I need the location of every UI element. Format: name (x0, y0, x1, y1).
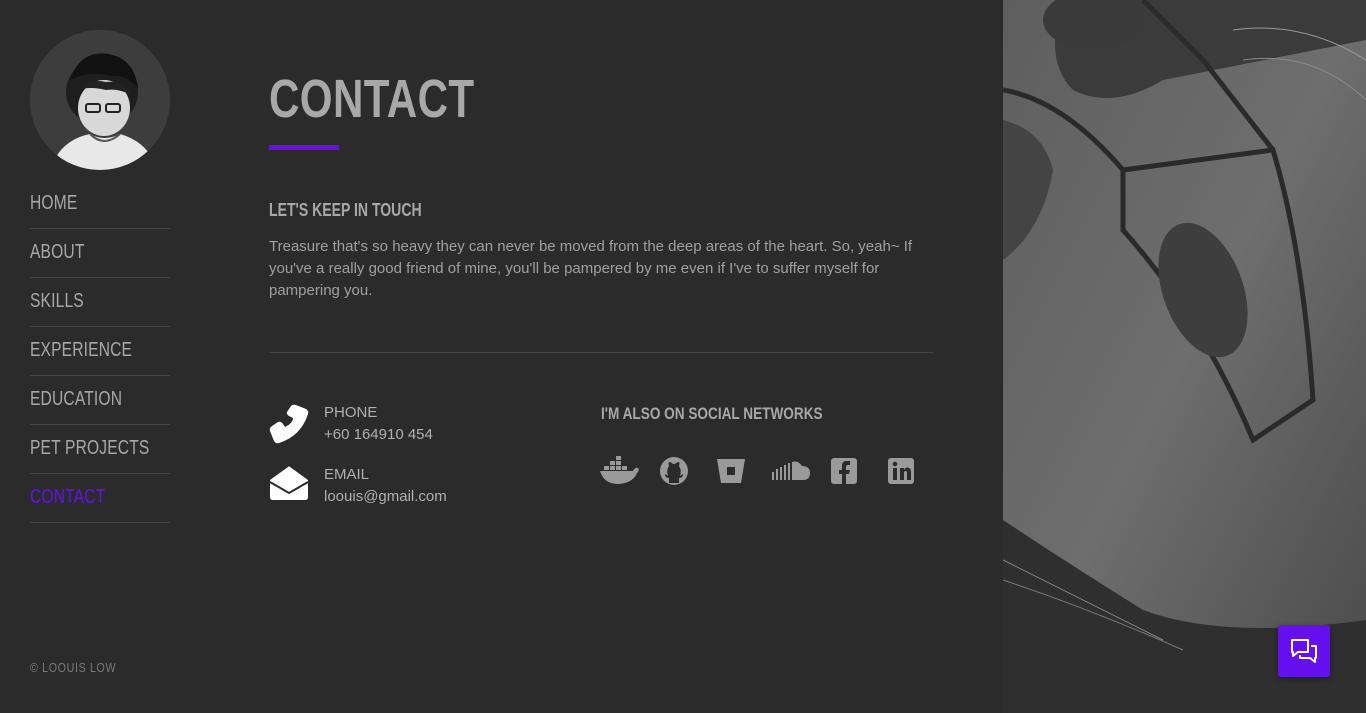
divider (269, 352, 933, 353)
nav-label[interactable]: EDUCATION (30, 388, 122, 411)
nav-item-about[interactable]: ABOUT (30, 229, 170, 278)
nav-item-education[interactable]: EDUCATION (30, 376, 170, 425)
docker-icon[interactable] (599, 454, 641, 488)
intro-text: Treasure that's so heavy they can never … (269, 238, 913, 299)
phone-icon (269, 404, 309, 444)
nav-label[interactable]: CONTACT (30, 486, 105, 509)
bitbucket-icon[interactable] (711, 454, 751, 488)
portrait-photo (1003, 0, 1366, 713)
copyright: © LOOUIS LOW (30, 660, 117, 675)
nav-label[interactable]: EXPERIENCE (30, 339, 132, 362)
phone-contact: PHONE +60 164910 454 (269, 404, 569, 454)
nav-item-home[interactable]: HOME (30, 180, 170, 229)
nav-item-experience[interactable]: EXPERIENCE (30, 327, 170, 376)
nav-item-pet-projects[interactable]: PET PROJECTS (30, 425, 170, 474)
nav-item-contact[interactable]: CONTACT (30, 474, 170, 523)
sidebar: HOME ABOUT SKILLS EXPERIENCE EDUCATION P… (0, 0, 200, 713)
social-heading: I'M ALSO ON SOCIAL NETWORKS (601, 404, 823, 423)
page-title: CONTACT (269, 69, 475, 129)
facebook-icon[interactable] (824, 454, 864, 488)
nav-label[interactable]: PET PROJECTS (30, 437, 149, 460)
title-underline (269, 145, 339, 150)
phone-label: PHONE (324, 404, 378, 421)
chat-button[interactable] (1278, 625, 1330, 677)
nav-label[interactable]: HOME (30, 192, 77, 215)
email-value[interactable]: loouis@gmail.com (324, 488, 447, 505)
soundcloud-icon[interactable] (772, 454, 812, 488)
nav-label[interactable]: SKILLS (30, 290, 84, 313)
phone-value[interactable]: +60 164910 454 (324, 426, 433, 443)
nav-label[interactable]: ABOUT (30, 241, 85, 264)
nav-item-skills[interactable]: SKILLS (30, 278, 170, 327)
linkedin-icon[interactable] (881, 454, 921, 488)
github-icon[interactable] (654, 454, 694, 488)
main-nav: HOME ABOUT SKILLS EXPERIENCE EDUCATION P… (30, 180, 170, 523)
main-content: CONTACT LET'S KEEP IN TOUCH Treasure tha… (200, 0, 1003, 713)
chat-icon (1291, 639, 1317, 663)
envelope-open-icon (269, 466, 309, 506)
email-contact: EMAIL loouis@gmail.com (269, 466, 569, 516)
avatar (30, 30, 170, 170)
email-label: EMAIL (324, 466, 370, 483)
section-subheading: LET'S KEEP IN TOUCH (269, 200, 422, 220)
